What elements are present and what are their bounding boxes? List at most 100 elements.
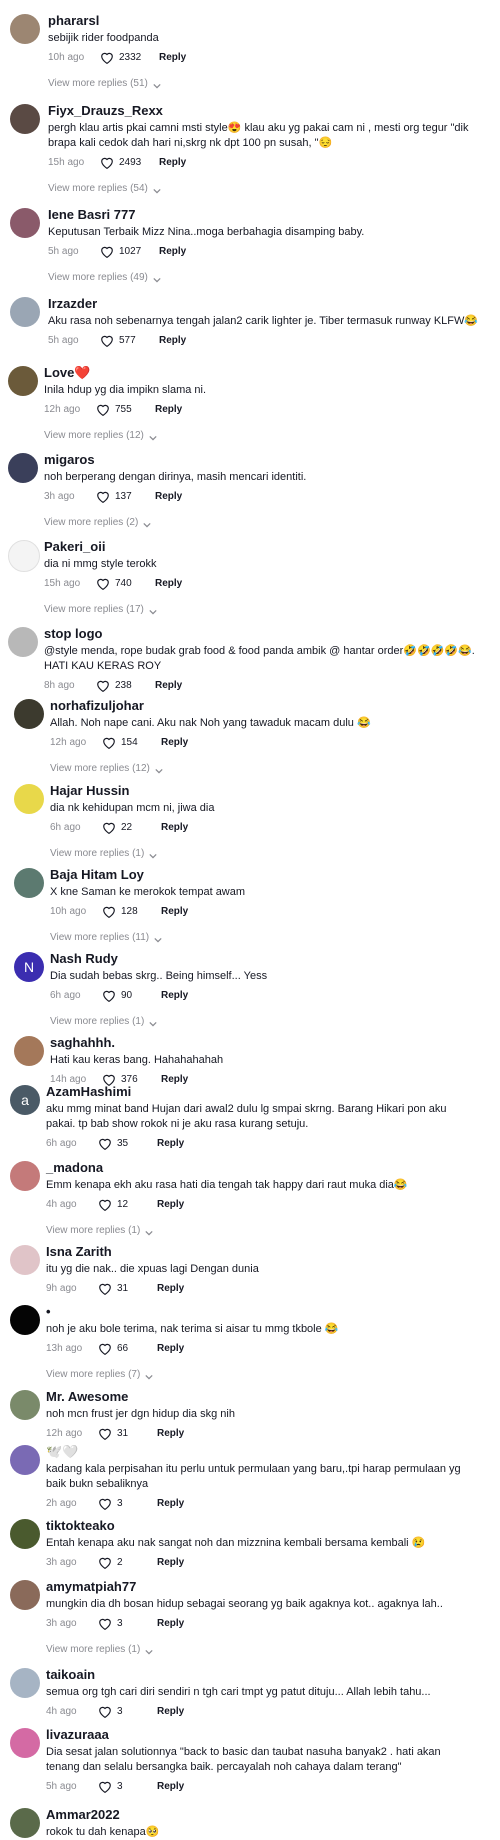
username[interactable]: Pakeri_oii bbox=[44, 539, 105, 554]
reply-button[interactable]: Reply bbox=[157, 1781, 184, 1792]
user-avatar[interactable] bbox=[14, 699, 44, 729]
username[interactable]: norhafizuljohar bbox=[50, 698, 144, 713]
like-heart-icon[interactable] bbox=[98, 1497, 112, 1510]
reply-button[interactable]: Reply bbox=[159, 335, 186, 346]
like-heart-icon[interactable] bbox=[102, 821, 116, 834]
username[interactable]: Irzazder bbox=[48, 296, 97, 311]
username[interactable]: migaros bbox=[44, 452, 95, 467]
view-more-replies[interactable]: View more replies (1) bbox=[50, 1016, 157, 1027]
reply-button[interactable]: Reply bbox=[157, 1706, 184, 1717]
user-avatar[interactable] bbox=[10, 104, 40, 134]
username[interactable]: stop logo bbox=[44, 626, 103, 641]
username[interactable]: Hajar Hussin bbox=[50, 783, 129, 798]
reply-button[interactable]: Reply bbox=[161, 1074, 188, 1085]
user-avatar[interactable] bbox=[10, 1245, 40, 1275]
like-heart-icon[interactable] bbox=[96, 403, 110, 416]
reply-button[interactable]: Reply bbox=[157, 1498, 184, 1509]
user-avatar[interactable] bbox=[8, 366, 38, 396]
user-avatar[interactable] bbox=[10, 1390, 40, 1420]
user-avatar[interactable] bbox=[10, 297, 40, 327]
username[interactable]: Iene Basri 777 bbox=[48, 207, 135, 222]
username[interactable]: phararsl bbox=[48, 13, 99, 28]
like-heart-icon[interactable] bbox=[102, 905, 116, 918]
reply-button[interactable]: Reply bbox=[157, 1283, 184, 1294]
like-heart-icon[interactable] bbox=[96, 679, 110, 692]
username[interactable]: taikoain bbox=[46, 1667, 95, 1682]
reply-button[interactable]: Reply bbox=[157, 1138, 184, 1149]
reply-button[interactable]: Reply bbox=[159, 52, 186, 63]
user-avatar[interactable] bbox=[10, 1305, 40, 1335]
view-more-replies[interactable]: View more replies (17) bbox=[44, 604, 157, 615]
view-more-replies[interactable]: View more replies (12) bbox=[44, 430, 157, 441]
user-avatar[interactable] bbox=[10, 1668, 40, 1698]
reply-button[interactable]: Reply bbox=[155, 404, 182, 415]
reply-button[interactable]: Reply bbox=[155, 680, 182, 691]
view-more-replies[interactable]: View more replies (12) bbox=[50, 763, 163, 774]
username[interactable]: tiktokteako bbox=[46, 1518, 115, 1533]
user-avatar[interactable] bbox=[8, 540, 40, 572]
view-more-replies[interactable]: View more replies (11) bbox=[50, 932, 162, 943]
like-heart-icon[interactable] bbox=[98, 1137, 112, 1150]
user-avatar[interactable] bbox=[14, 1036, 44, 1066]
like-heart-icon[interactable] bbox=[98, 1780, 112, 1793]
username[interactable]: 🕊️🤍 bbox=[46, 1444, 78, 1460]
view-more-replies[interactable]: View more replies (1) bbox=[50, 848, 157, 859]
username[interactable]: Baja Hitam Loy bbox=[50, 867, 144, 882]
username[interactable]: Isna Zarith bbox=[46, 1244, 112, 1259]
reply-button[interactable]: Reply bbox=[155, 578, 182, 589]
reply-button[interactable]: Reply bbox=[157, 1343, 184, 1354]
user-avatar[interactable] bbox=[14, 868, 44, 898]
user-avatar[interactable] bbox=[10, 1728, 40, 1758]
reply-button[interactable]: Reply bbox=[161, 822, 188, 833]
reply-button[interactable]: Reply bbox=[157, 1557, 184, 1568]
view-more-replies[interactable]: View more replies (2) bbox=[44, 517, 151, 528]
username[interactable]: _madona bbox=[46, 1160, 103, 1175]
user-avatar[interactable] bbox=[8, 627, 38, 657]
like-heart-icon[interactable] bbox=[98, 1617, 112, 1630]
user-avatar[interactable] bbox=[10, 1580, 40, 1610]
like-heart-icon[interactable] bbox=[100, 334, 114, 347]
like-heart-icon[interactable] bbox=[102, 989, 116, 1002]
like-heart-icon[interactable] bbox=[98, 1198, 112, 1211]
like-heart-icon[interactable] bbox=[98, 1556, 112, 1569]
view-more-replies[interactable]: View more replies (54) bbox=[48, 183, 161, 194]
reply-button[interactable]: Reply bbox=[157, 1199, 184, 1210]
view-more-replies[interactable]: View more replies (49) bbox=[48, 272, 161, 283]
username[interactable]: saghahhh. bbox=[50, 1035, 115, 1050]
like-heart-icon[interactable] bbox=[98, 1427, 112, 1440]
user-avatar[interactable] bbox=[10, 1808, 40, 1838]
like-heart-icon[interactable] bbox=[100, 51, 114, 64]
user-avatar[interactable]: N bbox=[14, 952, 44, 982]
reply-button[interactable]: Reply bbox=[157, 1618, 184, 1629]
user-avatar[interactable] bbox=[10, 14, 40, 44]
like-heart-icon[interactable] bbox=[98, 1705, 112, 1718]
username[interactable]: amymatpiah77 bbox=[46, 1579, 136, 1594]
user-avatar[interactable] bbox=[14, 784, 44, 814]
reply-button[interactable]: Reply bbox=[157, 1428, 184, 1439]
like-heart-icon[interactable] bbox=[102, 736, 116, 749]
like-heart-icon[interactable] bbox=[96, 577, 110, 590]
username[interactable]: AzamHashimi bbox=[46, 1084, 131, 1099]
like-heart-icon[interactable] bbox=[100, 156, 114, 169]
username[interactable]: livazuraaa bbox=[46, 1727, 109, 1742]
username[interactable]: Ammar2022 bbox=[46, 1807, 120, 1822]
username[interactable]: Fiyx_Drauzs_Rexx bbox=[48, 103, 163, 118]
reply-button[interactable]: Reply bbox=[161, 737, 188, 748]
username[interactable]: Nash Rudy bbox=[50, 951, 118, 966]
like-heart-icon[interactable] bbox=[100, 245, 114, 258]
view-more-replies[interactable]: View more replies (1) bbox=[46, 1225, 153, 1236]
reply-button[interactable]: Reply bbox=[159, 246, 186, 257]
like-heart-icon[interactable] bbox=[96, 490, 110, 503]
reply-button[interactable]: Reply bbox=[159, 157, 186, 168]
user-avatar[interactable] bbox=[10, 208, 40, 238]
user-avatar[interactable] bbox=[10, 1161, 40, 1191]
user-avatar[interactable] bbox=[10, 1519, 40, 1549]
view-more-replies[interactable]: View more replies (51) bbox=[48, 78, 161, 89]
reply-button[interactable]: Reply bbox=[161, 990, 188, 1001]
like-heart-icon[interactable] bbox=[98, 1282, 112, 1295]
user-avatar[interactable] bbox=[8, 453, 38, 483]
username[interactable]: Love❤️ bbox=[44, 365, 91, 381]
reply-button[interactable]: Reply bbox=[161, 906, 188, 917]
view-more-replies[interactable]: View more replies (7) bbox=[46, 1369, 153, 1380]
username[interactable]: Mr. Awesome bbox=[46, 1389, 128, 1404]
